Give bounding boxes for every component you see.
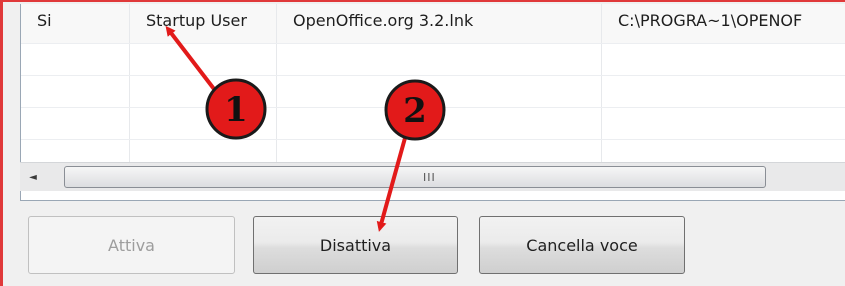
cell-empty	[277, 44, 602, 75]
table-row	[21, 44, 845, 76]
cell-empty	[277, 108, 602, 139]
cell-enabled: Si	[21, 4, 130, 43]
delete-entry-button[interactable]: Cancella voce	[479, 216, 685, 274]
scrollbar-thumb[interactable]: III	[64, 166, 766, 188]
cell-location: Startup User	[130, 4, 277, 43]
cell-empty	[602, 76, 845, 107]
disable-button[interactable]: Disattiva	[253, 216, 458, 274]
cell-empty	[130, 44, 277, 75]
cell-empty	[130, 76, 277, 107]
cell-empty	[130, 108, 277, 139]
enable-button[interactable]: Attiva	[28, 216, 235, 274]
horizontal-scrollbar[interactable]: ◄ III	[20, 162, 845, 191]
cell-name: OpenOffice.org 3.2.lnk	[277, 4, 602, 43]
window-frame: Si Startup User OpenOffice.org 3.2.lnk C…	[0, 0, 845, 286]
cell-command: C:\PROGRA~1\OPENOF	[618, 11, 803, 30]
table-row	[21, 76, 845, 108]
table-row[interactable]: Si Startup User OpenOffice.org 3.2.lnk C…	[21, 4, 845, 44]
table-row	[21, 108, 845, 140]
cell-empty	[21, 108, 130, 139]
cell-empty	[602, 44, 845, 75]
scroll-left-icon[interactable]: ◄	[22, 167, 44, 187]
grip-icon: III	[423, 171, 436, 184]
cell-empty	[277, 76, 602, 107]
cell-empty	[21, 44, 130, 75]
cell-empty	[21, 76, 130, 107]
cell-empty	[602, 108, 845, 139]
